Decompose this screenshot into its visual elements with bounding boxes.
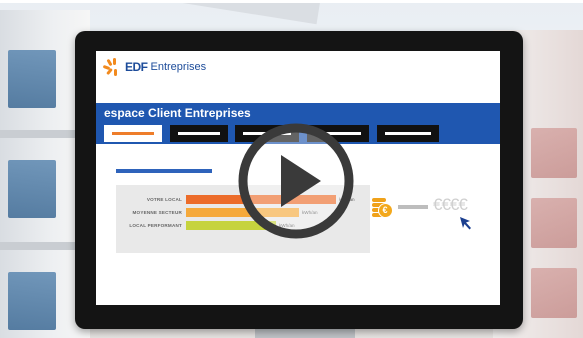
tab-1[interactable] (104, 125, 162, 142)
logo-suffix: Entreprises (150, 61, 207, 73)
panel-heading-bar (116, 169, 212, 173)
tab-5[interactable] (377, 125, 439, 142)
header-bar: espace Client Entreprises (96, 103, 500, 123)
row-label-moyenne-secteur: MOYENNE SECTEUR (132, 210, 182, 215)
cursor-arrow-icon (460, 217, 471, 230)
background-canopy (59, 0, 321, 25)
euro-symbols: €€€€ (433, 195, 468, 214)
coins-icon: € (372, 196, 394, 218)
row-label-votre-local: VOTRE LOCAL (146, 197, 182, 202)
cost-bar (398, 205, 428, 209)
tab-2[interactable] (170, 125, 228, 142)
edf-logo: EDF Entreprises (102, 58, 207, 76)
row-label-local-performant: LOCAL PERFORMANT (129, 223, 182, 228)
video-thumbnail[interactable]: EDF Entreprises espace Client Entreprise… (0, 0, 583, 338)
header-title: espace Client Entreprises (104, 106, 251, 120)
play-icon[interactable] (237, 122, 355, 240)
edf-logo-icon (102, 58, 124, 76)
monitor-stand (255, 329, 355, 338)
logo-brand: EDF (125, 60, 148, 74)
coin-symbol: € (382, 205, 388, 215)
